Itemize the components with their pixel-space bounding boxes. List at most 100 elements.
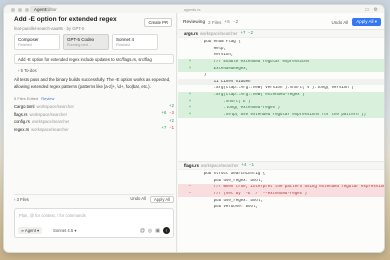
model-status: Running next ...: [67, 43, 93, 47]
file-name: regex.rs: [14, 126, 30, 132]
diff-file-header[interactable]: flags.rs workspace/searcher +4 -1: [178, 161, 384, 170]
code-text: .long("extended-regex"): [194, 106, 280, 111]
pending-files-count[interactable]: › 3 Files: [14, 197, 29, 202]
model-card-sonnet-4[interactable]: Sonnet 4 Finished: [112, 34, 158, 50]
assistant-summary: All tests pass and the binary builds suc…: [14, 77, 171, 89]
added-marker: +: [188, 99, 192, 104]
code-line: .arg(clap::Arg::new("version").short('V'…: [178, 85, 384, 92]
files-edited-label: 5 Files Edited: [14, 96, 39, 101]
user-message[interactable]: Add -E option for extended regex include…: [14, 54, 174, 64]
model-name: Sonnet 4: [116, 37, 135, 42]
code-text: Version,: [194, 53, 234, 58]
code-line: pub struct SearchConfig {: [178, 171, 384, 178]
added-marker: +: [188, 66, 192, 71]
code-text: .short('E'): [194, 99, 251, 104]
model-status: Finished: [18, 43, 32, 47]
agent-panel: Add -E option for extended regex feat-pa…: [4, 13, 177, 252]
deletions-count: -1: [168, 127, 174, 132]
diff-file-stats: +4 -1: [241, 163, 254, 168]
additions-count: +2: [168, 104, 174, 109]
agent-mode-select[interactable]: ∞ Agent ▾: [18, 227, 43, 234]
review-link[interactable]: Review: [41, 96, 54, 101]
files-edited-list: 5 Files Edited Review Cargo.toml workspac…: [14, 96, 174, 133]
image-icon[interactable]: ▣: [155, 228, 160, 234]
model-card-gpt5-codex[interactable]: GPT-5 Codex Running next ...: [63, 34, 109, 50]
code-text: .arg(clap::Arg::new("extended-regex"): [194, 93, 305, 98]
files-edited-header: 5 Files Edited Review: [14, 96, 174, 101]
code-text: pub use_regex: bool,: [194, 198, 263, 203]
review-apply-all-button[interactable]: Apply All ▾: [352, 18, 381, 26]
code-line: Help,: [178, 46, 384, 53]
zoom-window-button[interactable]: [25, 8, 29, 12]
chevron-right-icon: ›: [18, 68, 20, 73]
at-icon[interactable]: @: [140, 228, 145, 234]
file-name: Cargo.toml: [14, 104, 35, 110]
tab-editor[interactable]: Editor: [45, 7, 57, 12]
list-item[interactable]: Cargo.toml workspace/searcher +2: [14, 103, 174, 111]
review-deletions: -2: [232, 19, 239, 25]
code-line: + .long("extended-regex"): [178, 104, 384, 112]
file-name: config.rs: [14, 119, 30, 125]
code-text: 11 Lines hidden: [194, 79, 251, 84]
composer: Plan, @ for context, / for commands ∞ Ag…: [14, 208, 174, 238]
agent-mode-label: Agent: [24, 228, 36, 233]
todo-label: 5 To-dos: [20, 68, 37, 73]
pending-files-bar: › 3 Files Undo All Apply All: [14, 194, 174, 204]
todo-list-toggle[interactable]: › 5 To-dos: [18, 68, 37, 73]
minimize-window-button[interactable]: [18, 8, 22, 12]
code-line: }: [178, 72, 384, 79]
code-line: + /// Enable extended regular expression…: [178, 58, 384, 66]
close-window-button[interactable]: [11, 8, 15, 12]
review-panel: Reviewing 2 Files +5 -2 Undo All Apply A…: [178, 13, 384, 252]
file-path: workspace/searcher: [36, 104, 74, 110]
code-line: pub use_regex: bool,: [178, 178, 384, 185]
review-undo-all-button[interactable]: Undo All: [331, 20, 348, 25]
diff-code-block: pub enum Flag { Help, Version, + /// Enab…: [178, 39, 384, 125]
model-name: Composer: [18, 37, 39, 42]
list-item[interactable]: config.rs workspace/searcher +2: [14, 118, 174, 126]
code-text: pub struct SearchConfig {: [194, 172, 266, 177]
model-select[interactable]: Sonnet 4.5 ▾: [53, 228, 77, 233]
code-line: pub enum Flag {: [178, 39, 384, 46]
file-path: workspace/searcher: [31, 126, 69, 132]
review-additions: +5: [224, 19, 230, 25]
globe-icon[interactable]: ◎: [148, 228, 152, 234]
undo-all-button[interactable]: Undo All: [130, 196, 146, 203]
code-text: .arg(clap::Arg::new("version").short('V'…: [194, 86, 354, 91]
pending-files-label: 3 Files: [16, 197, 29, 202]
window-title: agents.rs: [184, 7, 201, 12]
code-line: + ExtendedRegex,: [178, 65, 384, 72]
additions-count: +2: [168, 119, 174, 124]
app-window: Agent Editor agents.rs ▭ ⚙ Add -E option…: [3, 4, 385, 253]
list-item[interactable]: regex.rs workspace/searcher +7 -1: [14, 126, 174, 134]
code-text: }: [194, 73, 207, 78]
code-text: /// (set by `-E` / `--extended-regex`): [194, 192, 308, 197]
added-marker: +: [188, 112, 192, 117]
diff-file-path: workspace/searcher: [200, 163, 239, 168]
code-line: − /// (set by `-E` / `--extended-regex`): [178, 190, 384, 198]
code-text: Help,: [194, 46, 226, 51]
hidden-lines-toggle[interactable]: 11 Lines hidden: [178, 78, 384, 86]
diff-file-stats: +7 -2: [240, 31, 254, 36]
apply-all-button[interactable]: Apply All: [149, 196, 174, 203]
file-path: workspace/searcher: [31, 119, 70, 125]
diff-file-header[interactable]: args.rs workspace/searcher +7 -2: [178, 29, 384, 38]
composer-input[interactable]: Plan, @ for context, / for commands: [19, 213, 86, 218]
code-line: pub verbose: bool,: [178, 204, 384, 211]
diff-file-path: workspace/searcher: [199, 31, 238, 36]
code-text: pub use_regex: bool,: [194, 178, 263, 183]
create-pr-button[interactable]: Create PR: [144, 18, 172, 27]
list-item[interactable]: flags.rs workspace/searcher +6 -3: [14, 111, 174, 119]
code-text: /// When true, interpret the pattern usi…: [194, 185, 384, 190]
send-button[interactable]: ↑: [163, 227, 170, 234]
code-text: pub verbose: bool,: [194, 205, 258, 210]
apply-all-label: Apply All: [356, 19, 374, 24]
added-marker: +: [188, 93, 192, 98]
model-card-composer[interactable]: Composer Finished: [14, 34, 60, 50]
diff-file-name: flags.rs: [184, 163, 199, 168]
code-line: + .arg(clap::Arg::new("extended-regex"): [178, 91, 384, 99]
file-path: workspace/searcher: [29, 111, 67, 117]
model-name: GPT-5 Codex: [67, 37, 95, 42]
composer-tools: @ ◎ ▣ ↑: [140, 227, 170, 234]
